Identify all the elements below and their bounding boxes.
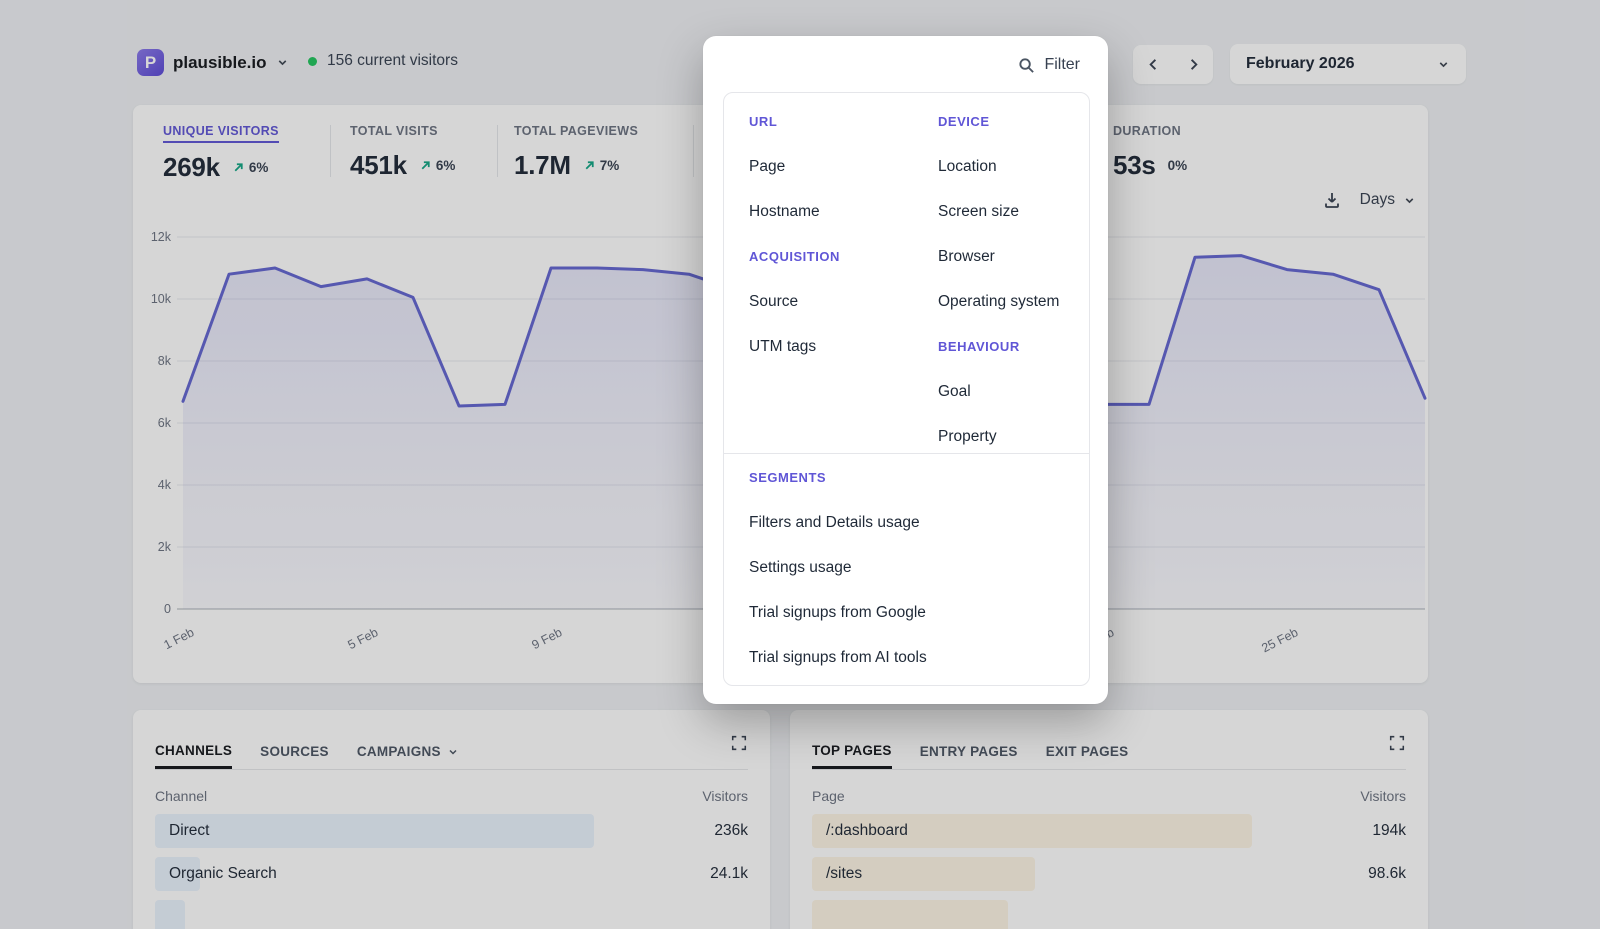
filter-menu-item-browser[interactable]: Browser xyxy=(938,234,1088,279)
filter-button[interactable]: Filter xyxy=(1018,56,1080,74)
filter-section-title-behaviour: BEHAVIOUR xyxy=(938,324,1088,369)
dashboard-page: P plausible.io 156 current visitors Febr… xyxy=(0,0,1600,929)
segment-item-settings-usage[interactable]: Settings usage xyxy=(749,545,1069,590)
filter-button-label: Filter xyxy=(1044,56,1080,74)
filter-menu-item-operating-system[interactable]: Operating system xyxy=(938,279,1088,324)
segment-item-filters-and-details-usage[interactable]: Filters and Details usage xyxy=(749,500,1069,545)
filter-modal: Filter URLPageHostnameACQUISITIONSourceU… xyxy=(703,36,1108,704)
filter-menu-item-hostname[interactable]: Hostname xyxy=(749,189,929,234)
filter-section-title-segments: SEGMENTS xyxy=(749,455,1069,500)
segment-item-trial-signups-from-ai-tools[interactable]: Trial signups from AI tools xyxy=(749,635,1069,680)
segments-section: SEGMENTSFilters and Details usageSetting… xyxy=(749,455,1069,680)
search-icon xyxy=(1018,57,1035,74)
filter-menu-item-page[interactable]: Page xyxy=(749,144,929,189)
filter-menu-item-location[interactable]: Location xyxy=(938,144,1088,189)
filter-menu-item-source[interactable]: Source xyxy=(749,279,929,324)
filter-menu: URLPageHostnameACQUISITIONSourceUTM tags… xyxy=(723,92,1090,686)
filter-section-title-acquisition: ACQUISITION xyxy=(749,234,929,279)
filter-section-title-device: DEVICE xyxy=(938,99,1088,144)
segment-item-trial-signups-from-google[interactable]: Trial signups from Google xyxy=(749,590,1069,635)
filter-menu-right-column: DEVICELocationScreen sizeBrowserOperatin… xyxy=(938,99,1088,459)
filter-menu-item-goal[interactable]: Goal xyxy=(938,369,1088,414)
filter-menu-item-screen-size[interactable]: Screen size xyxy=(938,189,1088,234)
filter-menu-left-column: URLPageHostnameACQUISITIONSourceUTM tags xyxy=(749,99,929,369)
divider xyxy=(724,453,1089,454)
filter-menu-item-utm-tags[interactable]: UTM tags xyxy=(749,324,929,369)
filter-section-title-url: URL xyxy=(749,99,929,144)
